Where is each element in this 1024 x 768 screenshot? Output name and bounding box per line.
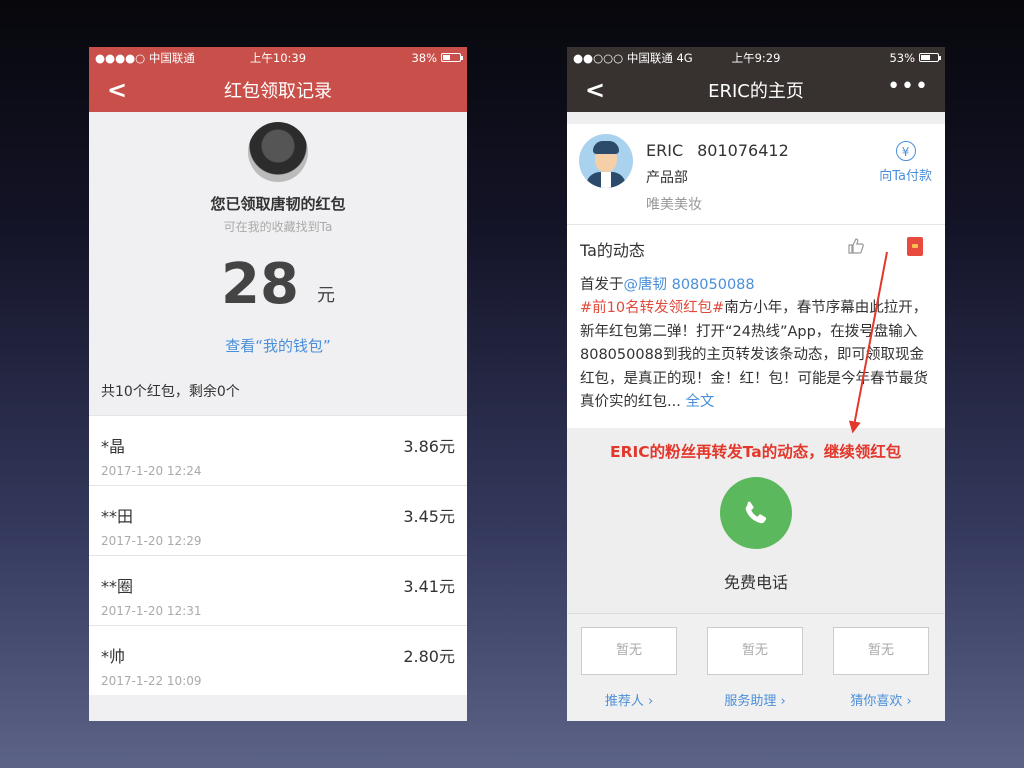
feed-section: Ta的动态 首发于@唐韧 808050088 #前10名转发领红包#南方小年，春…	[567, 225, 945, 429]
right-nav-bar: < ERIC的主页 •••	[567, 68, 945, 112]
recommend-box[interactable]: 暂无	[833, 627, 929, 675]
record-amount: 3.45元	[403, 507, 455, 526]
view-wallet-link[interactable]: 查看“我的钱包”	[89, 335, 467, 356]
right-battery-icon	[919, 53, 941, 62]
record-amount: 2.80元	[403, 647, 455, 666]
right-page-title: ERIC的主页	[708, 81, 804, 102]
referrer-link[interactable]: 推荐人 ›	[579, 690, 679, 709]
record-amount: 3.41元	[403, 577, 455, 596]
left-carrier: ●●●●○ 中国联通	[95, 50, 195, 65]
amount-value: 28	[221, 252, 299, 317]
record-name: *帅	[101, 647, 126, 666]
list-item[interactable]: **田 3.45元 2017-1-20 12:29	[89, 485, 467, 555]
record-time: 2017-1-22 10:09	[101, 674, 202, 688]
profile-avatar	[579, 134, 633, 188]
right-phone-screen: ●●○○○ 中国联通 4G 上午9:29 53% < ERIC的主页 ••• E…	[567, 47, 945, 721]
assistant-link[interactable]: 服务助理 ›	[705, 690, 805, 709]
received-title: 您已领取唐韧的红包	[210, 195, 346, 213]
post-read-more-link[interactable]: 全文	[685, 394, 714, 410]
record-amount: 3.86元	[403, 437, 455, 456]
right-carrier: ●●○○○ 中国联通 4G	[573, 50, 693, 65]
left-top-bar: ●●●●○ 中国联通 上午10:39 38% < 红包领取记录	[89, 47, 467, 112]
record-time: 2017-1-20 12:31	[101, 604, 202, 618]
right-battery-percent: 53%	[889, 50, 915, 65]
free-call-label: 免费电话	[723, 573, 788, 592]
list-item[interactable]: **圈 3.41元 2017-1-20 12:31	[89, 555, 467, 625]
record-name: **田	[101, 507, 134, 526]
redpacket-header: 您已领取唐韧的红包 可在我的收藏找到Ta 28 元 查看“我的钱包”	[89, 112, 467, 356]
feed-post: 首发于@唐韧 808050088 #前10名转发领红包#南方小年，春节序幕由此拉…	[580, 274, 932, 414]
left-clock: 上午10:39	[249, 50, 307, 65]
left-status-bar: ●●●●○ 中国联通 上午10:39 38%	[89, 47, 467, 68]
received-subtitle: 可在我的收藏找到Ta	[223, 220, 333, 234]
right-back-button[interactable]: <	[585, 76, 605, 104]
annotation-text: ERIC的粉丝再转发Ta的动态，继续领红包	[610, 443, 902, 461]
list-item[interactable]: *晶 3.86元 2017-1-20 12:24	[89, 415, 467, 485]
red-packet-icon[interactable]	[907, 237, 923, 256]
referrer-box[interactable]: 暂无	[581, 627, 677, 675]
received-amount: 28 元	[89, 257, 467, 313]
profile-name: ERIC	[646, 141, 684, 160]
pay-button[interactable]: ¥ 向Ta付款	[879, 141, 932, 184]
thumbs-up-icon[interactable]	[847, 237, 865, 255]
right-top-bar: ●●○○○ 中国联通 4G 上午9:29 53% < ERIC的主页 •••	[567, 47, 945, 112]
free-call-button[interactable]	[720, 477, 792, 549]
record-time: 2017-1-20 12:29	[101, 534, 202, 548]
left-phone-screen: ●●●●○ 中国联通 上午10:39 38% < 红包领取记录 您已领取唐韧的红…	[89, 47, 467, 721]
left-back-button[interactable]: <	[107, 76, 127, 104]
post-prefix: 首发于	[580, 277, 624, 293]
profile-id: 801076412	[697, 141, 789, 160]
profile-department: 产品部	[646, 170, 688, 186]
bottom-panel: 暂无 暂无 暂无 推荐人 › 服务助理 › 猜你喜欢 ›	[567, 613, 945, 721]
left-battery-icon	[441, 53, 463, 62]
feed-heading: Ta的动态	[580, 241, 645, 260]
profile-company: 唯美美妆	[646, 197, 702, 213]
post-tag[interactable]: #前10名转发领红包#	[580, 300, 724, 316]
right-status-bar: ●●○○○ 中国联通 4G 上午9:29 53%	[567, 47, 945, 68]
record-name: **圈	[101, 577, 134, 596]
sender-avatar	[248, 122, 308, 182]
redpacket-summary: 共10个红包，剩余0个	[101, 384, 240, 400]
right-clock: 上午9:29	[731, 50, 781, 65]
amount-unit: 元	[316, 285, 335, 306]
record-name: *晶	[101, 437, 126, 456]
left-battery-percent: 38%	[411, 50, 437, 65]
left-page-title: 红包领取记录	[224, 81, 332, 102]
list-item[interactable]: *帅 2.80元 2017-1-22 10:09	[89, 625, 467, 695]
left-nav-bar: < 红包领取记录	[89, 68, 467, 112]
yen-icon: ¥	[895, 141, 916, 161]
more-icon[interactable]: •••	[887, 74, 929, 99]
phone-icon	[745, 501, 767, 524]
profile-name-line: ERIC 801076412	[646, 141, 789, 160]
record-time: 2017-1-20 12:24	[101, 464, 202, 478]
assistant-box[interactable]: 暂无	[707, 627, 803, 675]
record-list: *晶 3.86元 2017-1-20 12:24 **田 3.45元 2017-…	[89, 415, 467, 695]
post-mention[interactable]: @唐韧 808050088	[624, 277, 755, 293]
pay-label: 向Ta付款	[879, 169, 932, 184]
recommend-link[interactable]: 猜你喜欢 ›	[831, 690, 931, 709]
post-text: 南方小年，春节序幕由此拉开，新年红包第二弹！打开“24热线”App，在拨号盘输入…	[580, 300, 928, 411]
profile-card: ERIC 801076412 产品部 唯美美妆 ¥ 向Ta付款	[567, 124, 945, 225]
